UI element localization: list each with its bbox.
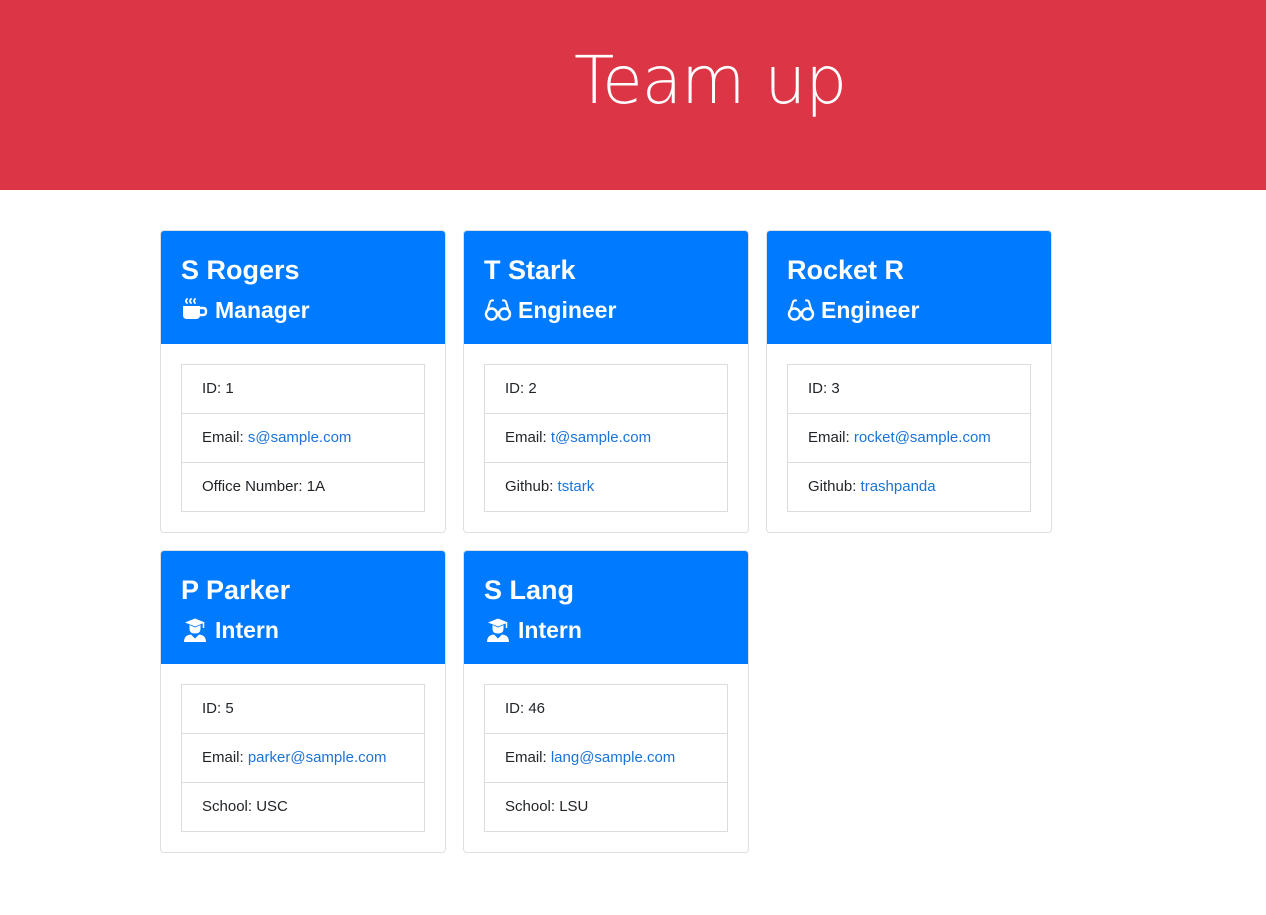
employee-name: S Rogers: [181, 255, 300, 285]
school-value: LSU: [559, 798, 589, 815]
role-label: Intern: [518, 617, 582, 643]
glasses-icon: [787, 297, 815, 323]
employee-card-manager: S Rogers Manager ID: 1 Email: s@sample.c: [160, 230, 446, 533]
role-label: Engineer: [821, 297, 920, 323]
email-link[interactable]: rocket@sample.com: [854, 429, 991, 446]
office-number-value: 1A: [306, 478, 326, 495]
role-label: Intern: [215, 617, 279, 643]
employee-role: Engineer: [484, 295, 728, 325]
glasses-icon: [484, 297, 512, 323]
page-header: Team up: [0, 0, 1266, 190]
employee-card-engineer: T Stark Engineer ID: 2 Email: t@sample.c: [463, 230, 749, 533]
email-row: Email: parker@sample.com: [182, 734, 424, 783]
role-label: Manager: [215, 297, 310, 323]
school-label: School:: [202, 798, 257, 815]
github-label: Github:: [505, 478, 558, 495]
details-list: ID: 3 Email: rocket@sample.com Github: t…: [787, 364, 1031, 512]
email-row: Email: s@sample.com: [182, 414, 424, 463]
id-row: ID: 46: [485, 685, 727, 734]
github-row: Github: trashpanda: [788, 463, 1030, 511]
role-label: Engineer: [518, 297, 617, 323]
email-link[interactable]: parker@sample.com: [248, 749, 387, 766]
school-label: School:: [505, 798, 560, 815]
card-body: ID: 1 Email: s@sample.com Office Number:…: [161, 344, 445, 532]
details-list: ID: 1 Email: s@sample.com Office Number:…: [181, 364, 425, 512]
employee-role: Engineer: [787, 295, 1031, 325]
employee-card-intern: P Parker Intern ID: 5 Email: parker@samp…: [160, 550, 446, 853]
details-list: ID: 46 Email: lang@sample.com School: LS…: [484, 684, 728, 832]
employee-role: Intern: [484, 615, 728, 645]
email-label: Email:: [808, 429, 854, 446]
employee-card-engineer: Rocket R Engineer ID: 3 Email: rocket@sa: [766, 230, 1052, 533]
id-row: ID: 1: [182, 365, 424, 414]
office-number-row: Office Number: 1A: [182, 463, 424, 511]
coffee-icon: [181, 297, 209, 323]
email-link[interactable]: lang@sample.com: [551, 749, 675, 766]
id-label: ID:: [202, 700, 226, 717]
id-row: ID: 2: [485, 365, 727, 414]
github-row: Github: tstark: [485, 463, 727, 511]
card-header: T Stark Engineer: [464, 231, 748, 344]
employee-name: P Parker: [181, 575, 291, 605]
card-header: P Parker Intern: [161, 551, 445, 664]
github-link[interactable]: trashpanda: [861, 478, 936, 495]
github-label: Github:: [808, 478, 861, 495]
id-value: 3: [831, 380, 840, 397]
employee-name: Rocket R: [787, 255, 905, 285]
card-body: ID: 2 Email: t@sample.com Github: tstark: [464, 344, 748, 532]
id-value: 5: [225, 700, 234, 717]
card-header: Rocket R Engineer: [767, 231, 1051, 344]
id-row: ID: 5: [182, 685, 424, 734]
employee-role: Manager: [181, 295, 425, 325]
details-list: ID: 2 Email: t@sample.com Github: tstark: [484, 364, 728, 512]
details-list: ID: 5 Email: parker@sample.com School: U…: [181, 684, 425, 832]
card-header: S Lang Intern: [464, 551, 748, 664]
id-label: ID:: [505, 380, 529, 397]
graduate-icon: [181, 617, 209, 643]
email-link[interactable]: t@sample.com: [551, 429, 651, 446]
employee-role: Intern: [181, 615, 425, 645]
employee-name: T Stark: [484, 255, 576, 285]
page-title: Team up: [574, 42, 847, 119]
email-link[interactable]: s@sample.com: [248, 429, 352, 446]
card-body: ID: 3 Email: rocket@sample.com Github: t…: [767, 344, 1051, 532]
team-cards: S Rogers Manager ID: 1 Email: s@sample.c: [160, 230, 1060, 853]
email-label: Email:: [202, 429, 248, 446]
email-label: Email:: [505, 429, 551, 446]
employee-card-intern: S Lang Intern ID: 46 Email: lang@sample.…: [463, 550, 749, 853]
school-value: USC: [256, 798, 288, 815]
school-row: School: USC: [182, 783, 424, 831]
email-label: Email:: [505, 749, 551, 766]
id-value: 1: [225, 380, 234, 397]
card-body: ID: 46 Email: lang@sample.com School: LS…: [464, 664, 748, 852]
email-row: Email: rocket@sample.com: [788, 414, 1030, 463]
id-label: ID:: [808, 380, 832, 397]
github-link[interactable]: tstark: [558, 478, 595, 495]
id-row: ID: 3: [788, 365, 1030, 414]
id-label: ID:: [505, 700, 529, 717]
card-body: ID: 5 Email: parker@sample.com School: U…: [161, 664, 445, 852]
id-value: 2: [528, 380, 537, 397]
card-header: S Rogers Manager: [161, 231, 445, 344]
employee-name: S Lang: [484, 575, 575, 605]
office-number-label: Office Number:: [202, 478, 307, 495]
email-row: Email: lang@sample.com: [485, 734, 727, 783]
graduate-icon: [484, 617, 512, 643]
id-label: ID:: [202, 380, 226, 397]
id-value: 46: [528, 700, 546, 717]
email-label: Email:: [202, 749, 248, 766]
email-row: Email: t@sample.com: [485, 414, 727, 463]
school-row: School: LSU: [485, 783, 727, 831]
